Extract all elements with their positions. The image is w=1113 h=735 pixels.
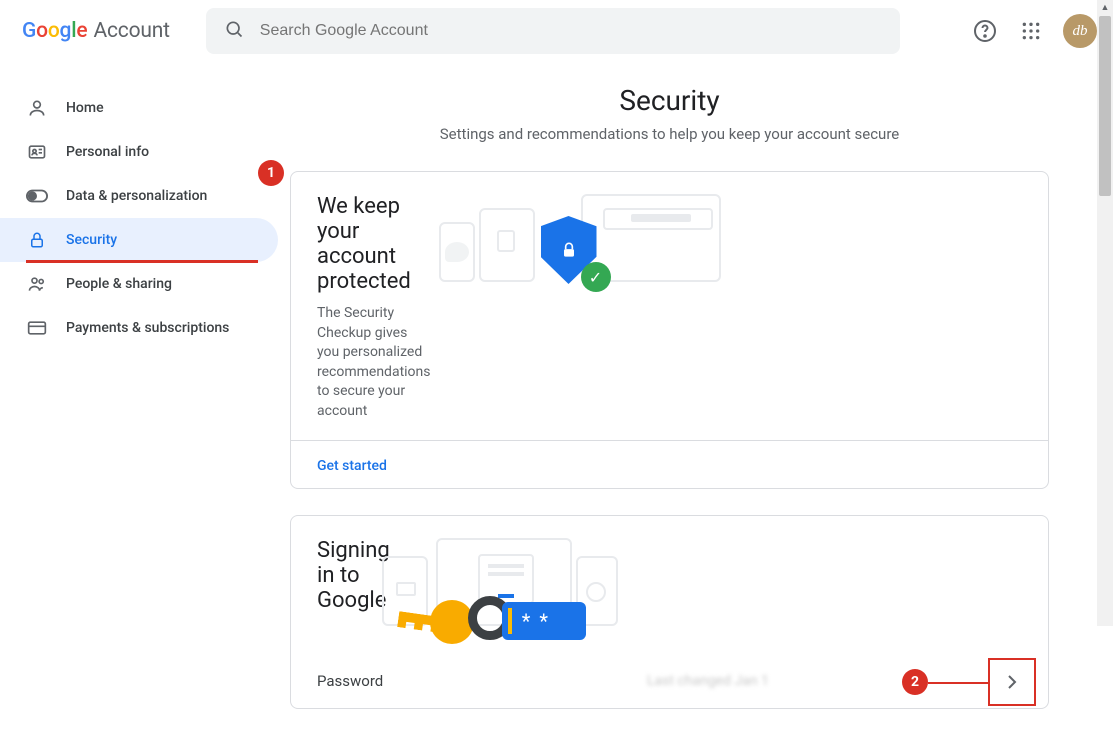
sidebar-item-label: Security [66, 232, 117, 248]
sidebar-item-people[interactable]: People & sharing [0, 262, 278, 306]
get-started-link[interactable]: Get started [317, 458, 387, 474]
password-value: Last changed Jan 1 [647, 673, 1022, 689]
card-desc: The Security Checkup gives you personali… [317, 304, 431, 422]
toggle-icon [26, 189, 48, 203]
signin-illustration: * * [390, 538, 1022, 648]
sidebar-item-label: Home [66, 100, 104, 116]
password-label: Password [317, 672, 647, 690]
logo-account-text: Account [93, 19, 169, 43]
logo: Google Account [22, 19, 170, 43]
password-chevron-button[interactable] [988, 658, 1036, 706]
annotation-badge-1: 1 [258, 160, 284, 186]
annotation-badge-2: 2 [902, 669, 928, 695]
sidebar-item-label: People & sharing [66, 276, 172, 292]
key-icon [430, 600, 474, 644]
search-icon [224, 19, 244, 43]
apps-grid-icon[interactable] [1017, 17, 1045, 45]
scroll-thumb[interactable] [1099, 16, 1111, 196]
card-signing-in: Signing in to Google * * [290, 515, 1049, 709]
protected-illustration: ✓ [431, 194, 1023, 294]
password-field-graphic: * * [502, 602, 586, 640]
card-title: We keep your account protected [317, 194, 431, 294]
sidebar-item-label: Data & personalization [66, 188, 207, 204]
personal-info-icon [26, 142, 48, 162]
page-subtitle: Settings and recommendations to help you… [290, 125, 1049, 143]
sidebar-item-personal[interactable]: Personal info [0, 130, 278, 174]
sidebar-item-label: Payments & subscriptions [66, 320, 229, 336]
help-icon[interactable] [971, 17, 999, 45]
avatar[interactable]: db [1063, 14, 1097, 48]
card-title: Signing in to Google [317, 538, 390, 613]
search-bar[interactable] [206, 8, 900, 54]
annotation-line [928, 682, 988, 684]
sidebar-item-payments[interactable]: Payments & subscriptions [0, 306, 278, 350]
check-icon: ✓ [581, 262, 611, 292]
sidebar-item-home[interactable]: Home [0, 86, 278, 130]
card-account-protected: We keep your account protected The Secur… [290, 171, 1049, 489]
scrollbar[interactable]: ▲ [1097, 0, 1113, 626]
main-content: Security Settings and recommendations to… [290, 84, 1113, 735]
sidebar-item-data[interactable]: Data & personalization [0, 174, 278, 218]
sidebar-item-security[interactable]: Security [0, 218, 278, 262]
sidebar-item-label: Personal info [66, 144, 149, 160]
card-icon [26, 320, 48, 336]
sidebar: Home Personal info Data & personalizatio… [0, 84, 290, 735]
page-title: Security [290, 84, 1049, 117]
password-row[interactable]: Password Last changed Jan 1 2 [291, 656, 1048, 708]
lock-icon [26, 230, 48, 250]
search-input[interactable] [260, 22, 882, 40]
scroll-up-icon[interactable]: ▲ [1099, 0, 1111, 14]
home-icon [26, 98, 48, 118]
header: Google Account db [0, 0, 1113, 62]
people-icon [26, 274, 48, 294]
